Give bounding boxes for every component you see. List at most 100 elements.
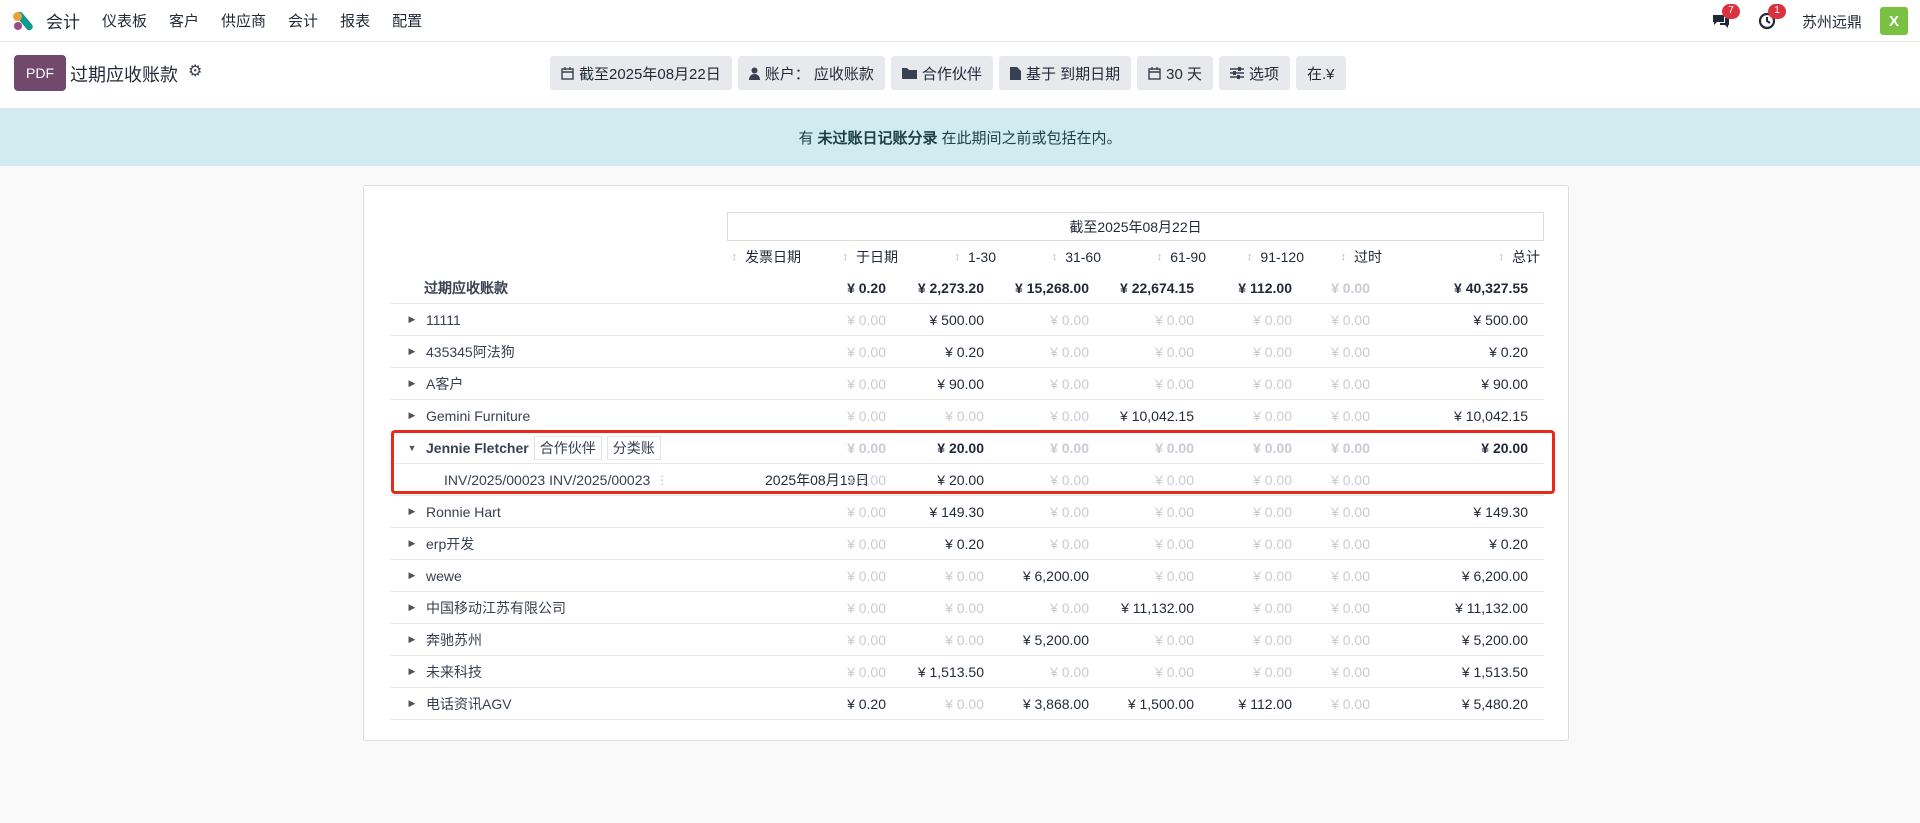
date-filter-label: 截至2025年08月22日 xyxy=(579,65,721,83)
cell-31-60: ¥ 15,268.00 xyxy=(1015,279,1089,296)
partner-row[interactable]: ▶ 未来科技 ¥ 0.00 ¥ 1,513.50 ¥ 0.00 ¥ 0.00 ¥ 0.00 ¥… xyxy=(390,656,1544,688)
column-header-invoice-date[interactable]: ↕ 发票日期 xyxy=(651,242,802,272)
partner-row-label[interactable]: wewe xyxy=(426,568,462,584)
nav-item-reporting[interactable]: 报表 xyxy=(340,10,370,31)
partner-row[interactable]: ▶ 中国移动江苏有限公司 ¥ 0.00 ¥ 0.00 ¥ 0.00 ¥ 11,132.00… xyxy=(390,592,1544,624)
column-header-older[interactable]: ↕ 过时 xyxy=(1312,242,1383,272)
partner-row[interactable]: ▶ 奔驰苏州 ¥ 0.00 ¥ 0.00 ¥ 5,200.00 ¥ 0.00 ¥ 0.00 ¥… xyxy=(390,624,1544,656)
partner-row-label[interactable]: 435345阿法狗 xyxy=(426,342,515,362)
nav-app-name[interactable]: 会计 xyxy=(46,8,80,33)
period-length-button[interactable]: 30 天 xyxy=(1137,56,1213,90)
caret-right-icon[interactable]: ▶ xyxy=(404,378,420,389)
cell-1-30: ¥ 90.00 xyxy=(937,375,984,392)
unposted-entries-link[interactable]: 未过账日记账分录 xyxy=(817,127,937,148)
caret-right-icon[interactable]: ▶ xyxy=(404,506,420,517)
user-avatar[interactable]: X xyxy=(1880,7,1908,35)
nav-item-accounting[interactable]: 会计 xyxy=(288,10,318,31)
messages-button[interactable]: 7 xyxy=(1710,4,1740,32)
cell-older: ¥ 0.00 xyxy=(1331,663,1370,680)
cell-61-90: ¥ 0.00 xyxy=(1155,375,1194,392)
alert-text-post: 在此期间之前或包括在内。 xyxy=(941,129,1122,147)
pdf-export-button[interactable]: PDF xyxy=(14,55,66,91)
cell-older: ¥ 0.00 xyxy=(1331,343,1370,360)
partner-row[interactable]: ▶ 电话资讯AGV ¥ 0.20 ¥ 0.00 ¥ 3,868.00 ¥ 1,500.00… xyxy=(390,688,1544,720)
partner-row-label[interactable]: 未来科技 xyxy=(426,662,482,682)
partner-row-label[interactable]: erp开发 xyxy=(426,534,474,554)
partner-filter-button[interactable]: 合作伙伴 xyxy=(890,56,993,90)
column-header-91-120[interactable]: ↕ 91-120 xyxy=(1214,242,1304,272)
nav-item-configuration[interactable]: 配置 xyxy=(392,10,422,31)
nav-item-customers[interactable]: 客户 xyxy=(169,10,199,31)
cell-total: ¥ 90.00 xyxy=(1481,375,1528,392)
caret-right-icon[interactable]: ▶ xyxy=(404,602,420,613)
caret-right-icon[interactable]: ▶ xyxy=(404,538,420,549)
unposted-entries-alert: 有 未过账日记账分录 在此期间之前或包括在内。 xyxy=(0,108,1920,166)
aging-basis-button[interactable]: 基于 到期日期 xyxy=(998,56,1132,90)
messages-badge: 7 xyxy=(1721,4,1740,19)
account-filter-button[interactable]: 账户： 应收账款 xyxy=(737,56,885,90)
cell-61-90: ¥ 22,674.15 xyxy=(1120,279,1194,296)
nav-item-dashboard[interactable]: 仪表板 xyxy=(102,10,147,31)
caret-right-icon[interactable]: ▶ xyxy=(404,698,420,709)
partner-row-label[interactable]: 11111 xyxy=(426,312,461,328)
column-header-label: 31-60 xyxy=(1065,249,1101,265)
column-header-total[interactable]: ↕ 总计 xyxy=(1430,242,1541,272)
cell-1-30: ¥ 0.20 xyxy=(945,535,984,552)
partner-row-label[interactable]: 中国移动江苏有限公司 xyxy=(426,598,566,618)
caret-right-icon[interactable]: ▶ xyxy=(404,346,420,357)
partner-row[interactable]: ▶ 435345阿法狗 ¥ 0.00 ¥ 0.20 ¥ 0.00 ¥ 0.00 ¥ 0.00… xyxy=(390,336,1544,368)
nav-item-vendors[interactable]: 供应商 xyxy=(221,10,266,31)
cell-61-90: ¥ 10,042.15 xyxy=(1120,407,1194,424)
caret-right-icon[interactable]: ▶ xyxy=(404,666,420,677)
cell-older: ¥ 0.00 xyxy=(1331,695,1370,712)
cell-total: ¥ 6,200.00 xyxy=(1461,567,1528,584)
cell-1-30: ¥ 0.00 xyxy=(945,631,984,648)
total-row-name: 过期应收账款 xyxy=(390,272,508,303)
cell-as-of-date: ¥ 0.00 xyxy=(847,663,886,680)
currency-button[interactable]: 在.¥ xyxy=(1295,56,1346,90)
cell-91-120: ¥ 0.00 xyxy=(1253,567,1292,584)
activities-button[interactable]: 1 xyxy=(1756,4,1786,32)
cell-61-90: ¥ 0.00 xyxy=(1155,663,1194,680)
sort-icon: ↕ xyxy=(1246,251,1253,263)
options-button[interactable]: 选项 xyxy=(1218,56,1290,90)
caret-right-icon[interactable]: ▶ xyxy=(404,570,420,581)
date-filter-button[interactable]: 截至2025年08月22日 xyxy=(550,56,732,90)
cell-91-120: ¥ 0.00 xyxy=(1253,407,1292,424)
partner-row-label[interactable]: Ronnie Hart xyxy=(426,504,501,520)
partner-row-label[interactable]: A客户 xyxy=(426,374,463,394)
user-icon xyxy=(748,67,760,80)
cell-31-60: ¥ 0.00 xyxy=(1050,599,1089,616)
total-row: 过期应收账款 ¥ 0.20 ¥ 2,273.20 ¥ 15,268.00 ¥ 22,67… xyxy=(390,272,1544,304)
sort-icon: ↕ xyxy=(1498,251,1505,263)
column-header-1-30[interactable]: ↕ 1-30 xyxy=(906,242,996,272)
column-header-as-of-date[interactable]: ↕ 于日期 xyxy=(808,242,899,272)
cell-61-90: ¥ 0.00 xyxy=(1155,567,1194,584)
cell-1-30: ¥ 149.30 xyxy=(929,503,985,520)
cell-older: ¥ 0.00 xyxy=(1331,279,1370,296)
partner-row[interactable]: ▶ 11111 ¥ 0.00 ¥ 500.00 ¥ 0.00 ¥ 0.00 ¥ 0.00 ¥ … xyxy=(390,304,1544,336)
cell-older: ¥ 0.00 xyxy=(1331,311,1370,328)
partner-row-label[interactable]: 奔驰苏州 xyxy=(426,630,482,650)
caret-right-icon[interactable]: ▶ xyxy=(404,410,420,421)
partner-row[interactable]: ▶ wewe ¥ 0.00 ¥ 0.00 ¥ 6,200.00 ¥ 0.00 ¥ 0.00 ¥… xyxy=(390,560,1544,592)
column-header-61-90[interactable]: ↕ 61-90 xyxy=(1106,242,1206,272)
cell-91-120: ¥ 0.00 xyxy=(1253,375,1292,392)
column-header-31-60[interactable]: ↕ 31-60 xyxy=(1001,242,1101,272)
partner-row-label[interactable]: 电话资讯AGV xyxy=(426,694,512,714)
cell-total: ¥ 0.20 xyxy=(1489,535,1528,552)
partner-row[interactable]: ▶ Gemini Furniture ¥ 0.00 ¥ 0.00 ¥ 0.00 ¥ 10,… xyxy=(390,400,1544,432)
partner-row[interactable]: ▶ Ronnie Hart ¥ 0.00 ¥ 149.30 ¥ 0.00 ¥ 0.00 ¥ … xyxy=(390,496,1544,528)
accounting-app-icon[interactable] xyxy=(12,9,35,32)
sort-icon: ↕ xyxy=(1051,251,1058,263)
column-header-label: 91-120 xyxy=(1260,249,1304,265)
caret-right-icon[interactable]: ▶ xyxy=(404,634,420,645)
partner-row-name: ▶ 中国移动江苏有限公司 xyxy=(390,592,566,623)
account-filter-label: 账户： 应收账款 xyxy=(764,65,874,83)
caret-right-icon[interactable]: ▶ xyxy=(404,314,420,325)
partner-row[interactable]: ▶ A客户 ¥ 0.00 ¥ 90.00 ¥ 0.00 ¥ 0.00 ¥ 0.00 ¥ 0.0… xyxy=(390,368,1544,400)
partner-row-label[interactable]: Gemini Furniture xyxy=(426,408,530,424)
company-switcher[interactable]: 苏州远鼎 xyxy=(1802,11,1862,32)
gear-icon[interactable]: ⚙ xyxy=(188,61,202,81)
partner-row[interactable]: ▶ erp开发 ¥ 0.00 ¥ 0.20 ¥ 0.00 ¥ 0.00 ¥ 0.00 ¥ 0.… xyxy=(390,528,1544,560)
